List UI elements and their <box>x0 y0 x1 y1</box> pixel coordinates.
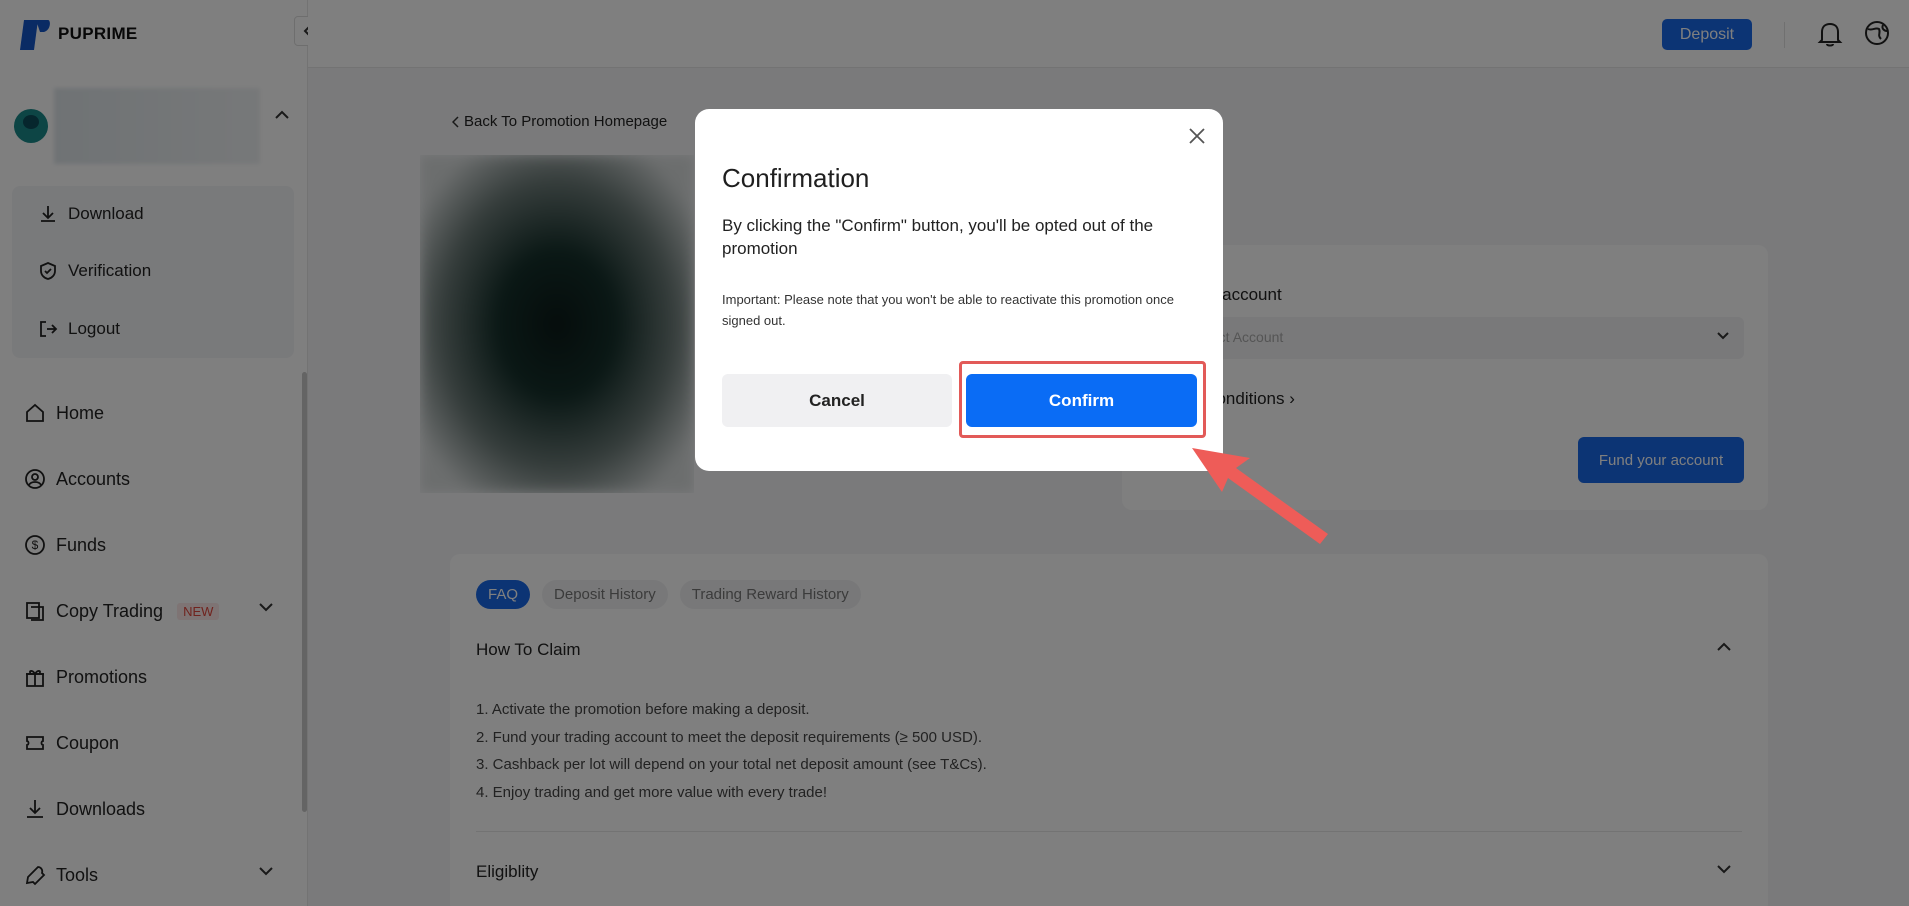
annotation-arrow <box>1192 448 1328 544</box>
cancel-button[interactable]: Cancel <box>722 374 952 427</box>
dialog-note: Important: Please note that you won't be… <box>722 292 1174 328</box>
confirmation-dialog: Confirmation By clicking the "Confirm" b… <box>695 109 1223 471</box>
confirm-button[interactable]: Confirm <box>966 374 1197 427</box>
close-icon[interactable] <box>1187 126 1207 146</box>
dialog-message: By clicking the "Confirm" button, you'll… <box>722 216 1154 258</box>
dialog-title: Confirmation <box>722 163 870 193</box>
